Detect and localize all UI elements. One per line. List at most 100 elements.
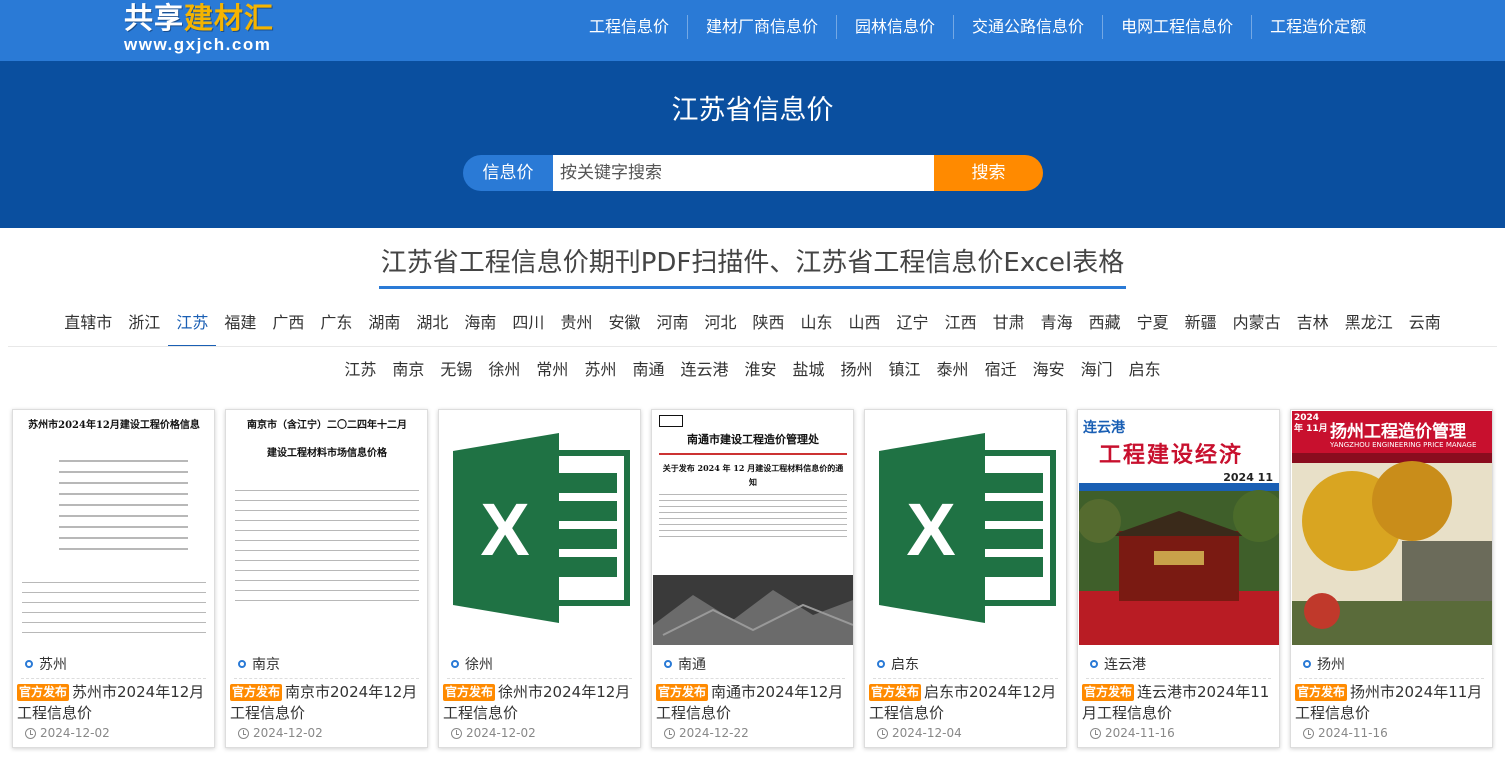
province-tab[interactable]: 江苏 [168,309,217,347]
price-card[interactable]: 苏州市2024年12月建设工程价格信息 苏州 官方发布 苏州市2024年12月工程… [12,409,215,748]
province-tab[interactable]: 海南 [456,309,504,347]
card-date: 2024-11-16 [1318,726,1388,740]
province-tab[interactable]: 山西 [841,309,889,347]
search-button[interactable]: 搜索 [934,155,1043,191]
city-tab[interactable]: 泰州 [929,356,977,384]
nav-item-garden-price[interactable]: 园林信息价 [837,15,955,39]
magazine-cover: 连云港 工程建设经济 2024 11 [1079,411,1279,645]
official-badge: 官方发布 [1295,684,1348,701]
svg-text:X: X [480,488,529,571]
province-tab[interactable]: 黑龙江 [1337,309,1401,347]
site-logo[interactable]: 共享建材汇 www.gxjch.com [124,2,300,58]
province-tab[interactable]: 安徽 [600,309,648,347]
filter-divider [8,346,1497,347]
province-tab[interactable]: 福建 [216,309,264,347]
city-tab[interactable]: 扬州 [833,356,881,384]
province-tab[interactable]: 广东 [312,309,360,347]
province-tab[interactable]: 山东 [793,309,841,347]
thumb-doc-title: 南通市建设工程造价管理处 [687,433,819,446]
city-tab[interactable]: 海门 [1073,356,1121,384]
nav-item-engineering-price[interactable]: 工程信息价 [571,15,689,39]
city-tab[interactable]: 江苏 [336,356,384,384]
card-date: 2024-12-02 [253,726,323,740]
province-tab[interactable]: 湖南 [360,309,408,347]
province-tab[interactable]: 河北 [696,309,744,347]
province-tab[interactable]: 浙江 [120,309,168,347]
city-tab[interactable]: 宿迁 [977,356,1025,384]
province-tab[interactable]: 新疆 [1177,309,1225,347]
official-badge: 官方发布 [17,684,70,701]
location-dot-icon [1090,660,1098,668]
province-tab[interactable]: 湖北 [408,309,456,347]
thumb-cover-issue: 2024年 11月 [1294,413,1328,434]
thumb-cover-title: 扬州工程造价管理 [1330,422,1466,442]
city-filter: 江苏 南京 无锡 徐州 常州 苏州 南通 连云港 淮安 盐城 扬州 镇江 泰州 宿迁 海安 海门 启东 [0,356,1505,384]
province-tab[interactable]: 青海 [1033,309,1081,347]
card-city: 南京 [252,657,280,673]
province-tab[interactable]: 内蒙古 [1225,309,1289,347]
card-date: 2024-11-16 [1105,726,1175,740]
city-tab[interactable]: 启东 [1121,356,1169,384]
nav-item-highway-price[interactable]: 交通公路信息价 [954,15,1104,39]
city-tab[interactable]: 徐州 [480,356,528,384]
nav-item-cost-quota[interactable]: 工程造价定额 [1252,15,1384,39]
clock-icon [238,727,249,739]
city-tab[interactable]: 盐城 [785,356,833,384]
logo-domain: www.gxjch.com [124,35,272,54]
nav-item-manufacturer-price[interactable]: 建材厂商信息价 [688,15,838,39]
clock-icon [451,727,462,739]
search-category-tag[interactable]: 信息价 [463,155,553,191]
price-card[interactable]: 南通市建设工程造价管理处 关于发布 2024 年 12 月建设工程材料信息价的通… [651,409,854,748]
city-tab[interactable]: 海安 [1025,356,1073,384]
clock-icon [877,727,888,739]
clock-icon [25,727,36,739]
province-tab[interactable]: 河南 [648,309,696,347]
province-tab[interactable]: 宁夏 [1129,309,1177,347]
card-grid: 苏州市2024年12月建设工程价格信息 苏州 官方发布 苏州市2024年12月工程… [12,409,1503,748]
province-tab[interactable]: 西藏 [1081,309,1129,347]
location-dot-icon [25,660,33,668]
province-tab[interactable]: 吉林 [1289,309,1337,347]
thumb-photo [653,575,853,645]
thumb-cover-title: 工程建设经济 [1099,442,1244,468]
city-tab[interactable]: 无锡 [432,356,480,384]
svg-text:X: X [906,488,955,571]
price-card[interactable]: X 徐州 官方发布 徐州市2024年12月工程信息价 2024-12-02 [438,409,641,748]
city-tab[interactable]: 南京 [384,356,432,384]
price-card[interactable]: 连云港 工程建设经济 2024 11 连云港 官方发布 连云港市2024年11月工… [1077,409,1280,748]
section-title: 江苏省工程信息价期刊PDF扫描件、江苏省工程信息价Excel表格 [378,244,1127,289]
location-dot-icon [1303,660,1311,668]
province-tab[interactable]: 四川 [504,309,552,347]
province-tab[interactable]: 贵州 [552,309,600,347]
thumb-cover-subtitle: YANGZHOU ENGINEERING PRICE MANAGE [1330,441,1477,449]
province-tab[interactable]: 陕西 [745,309,793,347]
city-tab[interactable]: 南通 [624,356,672,384]
official-badge: 官方发布 [443,684,496,701]
city-tab[interactable]: 镇江 [881,356,929,384]
clock-icon [1090,727,1101,739]
excel-icon: X [440,411,640,645]
province-tab[interactable]: 甘肃 [985,309,1033,347]
card-city: 苏州 [39,657,67,673]
province-tab[interactable]: 云南 [1401,309,1449,347]
card-city: 南通 [678,657,706,673]
nav-item-power-grid-price[interactable]: 电网工程信息价 [1103,15,1253,39]
province-tab[interactable]: 辽宁 [889,309,937,347]
city-tab[interactable]: 淮安 [736,356,784,384]
province-tab[interactable]: 江西 [937,309,985,347]
city-tab[interactable]: 连云港 [672,356,736,384]
price-card[interactable]: 南京市（含江宁）二〇二四年十二月 建设工程材料市场信息价格 南京 官方发布 南京市… [225,409,428,748]
card-thumbnail: 南京市（含江宁）二〇二四年十二月 建设工程材料市场信息价格 [227,411,427,645]
price-card[interactable]: X 启东 官方发布 启东市2024年12月工程信息价 2024-12-04 [864,409,1067,748]
province-tab[interactable]: 直辖市 [56,309,120,347]
card-city: 徐州 [465,657,493,673]
city-tab[interactable]: 常州 [528,356,576,384]
province-tab[interactable]: 广西 [264,309,312,347]
page-title: 江苏省信息价 [671,95,834,126]
card-thumbnail: 苏州市2024年12月建设工程价格信息 [14,411,214,645]
search-input[interactable] [553,155,934,191]
location-dot-icon [664,660,672,668]
clock-icon [664,727,675,739]
city-tab[interactable]: 苏州 [576,356,624,384]
price-card[interactable]: 2024年 11月 扬州工程造价管理 YANGZHOU ENGINEERING … [1290,409,1493,748]
